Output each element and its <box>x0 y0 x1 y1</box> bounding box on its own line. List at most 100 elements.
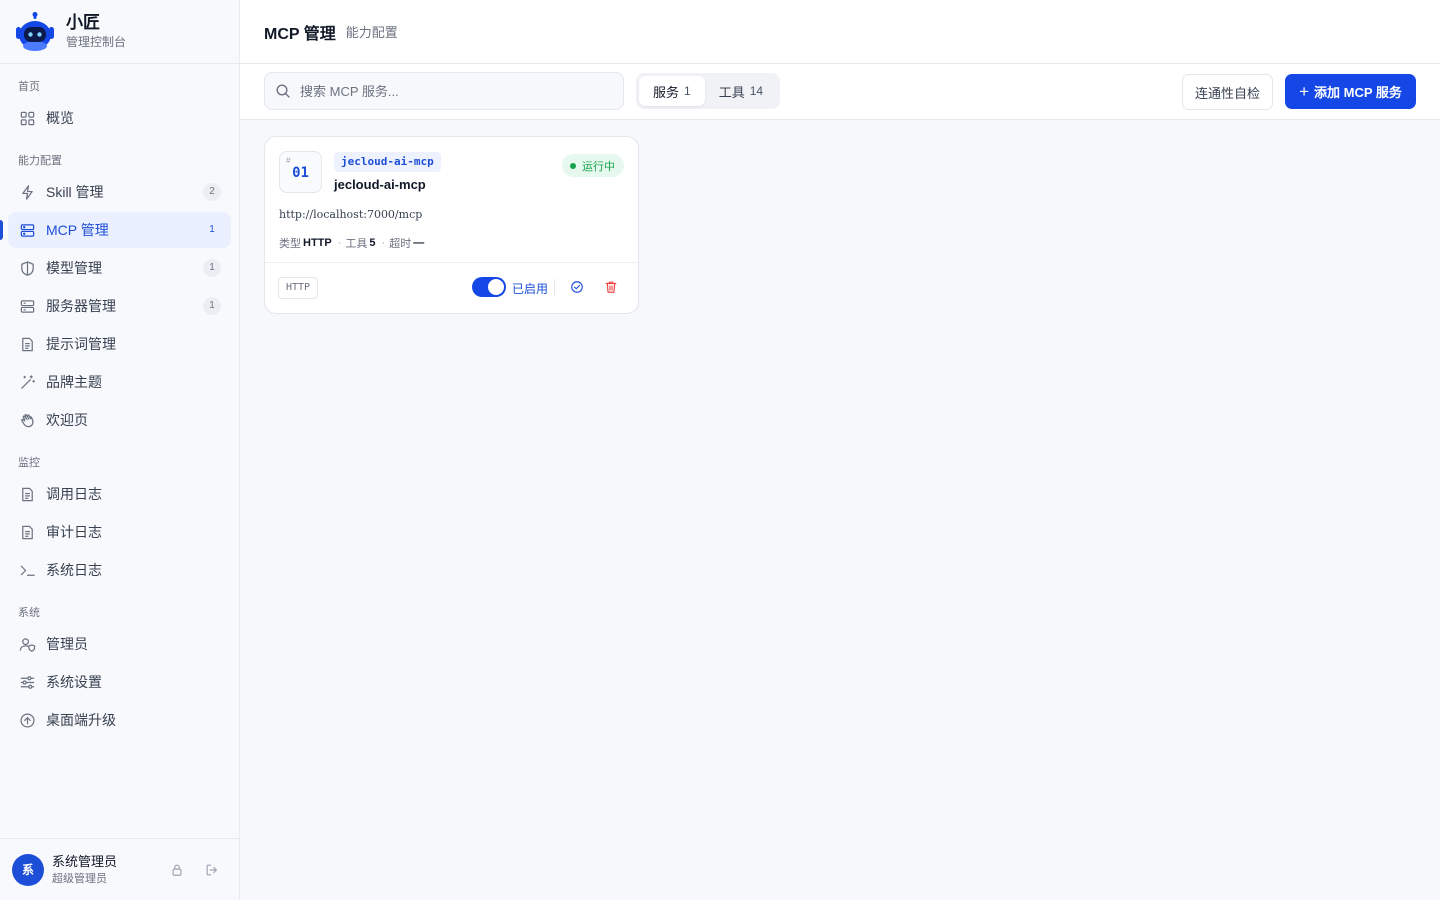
service-name: jecloud-ai-mcp <box>334 177 426 192</box>
sidebar-item-label: 调用日志 <box>46 486 102 502</box>
tab-services[interactable]: 服务 1 <box>639 76 705 106</box>
status-badge: 运行中 <box>562 154 624 177</box>
sidebar-item-models[interactable]: 模型管理 1 <box>8 250 231 286</box>
count-badge: 1 <box>203 297 221 315</box>
tab-tools[interactable]: 工具 14 <box>705 76 777 106</box>
type-chip: HTTP <box>278 277 319 299</box>
grid-icon <box>18 109 36 127</box>
add-mcp-service-button[interactable]: + 添加 MCP 服务 <box>1285 74 1416 109</box>
document-icon <box>18 335 36 353</box>
meta-timeout-value: — <box>413 237 425 249</box>
sidebar-nav: 首页 概览 能力配置 Skill 管理 2 MCP 管理 1 模型管理 1 服务… <box>0 64 239 738</box>
add-button-label: 添加 MCP 服务 <box>1314 85 1402 100</box>
toggle-knob <box>488 279 504 295</box>
sidebar-item-label: MCP 管理 <box>46 222 109 238</box>
sidebar-item-admins[interactable]: 管理员 <box>8 626 231 662</box>
user-role: 超级管理员 <box>52 872 107 885</box>
page-subtitle: 能力配置 <box>345 25 398 40</box>
sidebar-item-label: Skill 管理 <box>46 184 104 200</box>
count-badge: 1 <box>209 224 215 235</box>
service-code-tag: jecloud-ai-mcp <box>334 152 441 172</box>
meta-tools-value: 5 <box>369 237 376 249</box>
sidebar-item-label: 服务器管理 <box>46 298 116 314</box>
index-hash: # <box>286 156 291 165</box>
logout-icon[interactable] <box>204 862 220 878</box>
sidebar-item-label: 系统设置 <box>46 674 102 690</box>
search-box[interactable] <box>264 72 624 110</box>
nav-section-capability: 能力配置 <box>18 155 62 167</box>
lightning-icon <box>18 183 36 201</box>
search-input[interactable] <box>300 83 600 99</box>
nav-section-home: 首页 <box>18 81 40 93</box>
sidebar-item-desktop-upgrade[interactable]: 桌面端升级 <box>8 702 231 738</box>
user-shield-icon <box>18 635 36 653</box>
tab-label: 服务 <box>653 84 680 100</box>
tab-count: 14 <box>749 84 764 98</box>
wave-hand-icon <box>18 411 36 429</box>
meta-separator: · <box>337 237 342 249</box>
status-label: 运行中 <box>582 160 615 173</box>
meta-type-label: 类型 <box>279 238 301 250</box>
sidebar-item-system-logs[interactable]: 系统日志 <box>8 552 231 588</box>
sidebar-item-call-logs[interactable]: 调用日志 <box>8 476 231 512</box>
sidebar-item-label: 管理员 <box>46 636 88 652</box>
shield-icon <box>18 259 36 277</box>
connectivity-check-button[interactable]: 连通性自检 <box>1182 74 1273 110</box>
page-header: MCP 管理 能力配置 <box>240 0 1440 64</box>
robot-logo-icon <box>16 11 54 51</box>
sidebar-item-label: 提示词管理 <box>46 336 116 352</box>
meta-tools-label: 工具 <box>345 238 368 250</box>
tab-label: 工具 <box>718 84 745 100</box>
sidebar-item-settings[interactable]: 系统设置 <box>8 664 231 700</box>
nav-section-monitor: 监控 <box>18 457 40 469</box>
sidebar-item-servers[interactable]: 服务器管理 1 <box>8 288 231 324</box>
sidebar-item-label: 品牌主题 <box>46 374 102 390</box>
sidebar-item-label: 模型管理 <box>46 260 102 276</box>
sidebar-item-label: 系统日志 <box>46 562 102 578</box>
tab-count: 1 <box>684 84 691 98</box>
document-icon <box>18 523 36 541</box>
view-switch: 服务 1 工具 14 <box>636 73 781 109</box>
sidebar-item-label: 审计日志 <box>46 524 102 540</box>
terminal-icon <box>18 561 36 579</box>
trash-icon[interactable] <box>603 279 619 295</box>
server-icon <box>18 297 36 315</box>
sidebar-item-label: 桌面端升级 <box>46 712 116 728</box>
sidebar-item-label: 概览 <box>46 110 74 126</box>
avatar[interactable]: 系 <box>12 853 44 886</box>
sidebar-item-brand-theme[interactable]: 品牌主题 <box>8 364 231 400</box>
enable-toggle[interactable] <box>472 277 506 297</box>
page-title: MCP 管理 <box>264 25 336 43</box>
brand-title: 小匠 <box>66 13 100 32</box>
sidebar-item-welcome[interactable]: 欢迎页 <box>8 402 231 438</box>
magic-wand-icon <box>18 373 36 391</box>
sliders-icon <box>18 673 36 691</box>
meta-type-value: HTTP <box>303 237 332 249</box>
nav-section-system: 系统 <box>18 607 40 619</box>
lock-icon[interactable] <box>169 862 185 878</box>
sidebar: 小匠 管理控制台 首页 概览 能力配置 Skill 管理 2 MCP 管理 1 … <box>0 0 240 900</box>
meta-timeout-label: 超时 <box>389 238 412 250</box>
sidebar-item-skill[interactable]: Skill 管理 2 <box>8 174 231 210</box>
count-badge: 1 <box>203 259 221 277</box>
sidebar-item-prompts[interactable]: 提示词管理 <box>8 326 231 362</box>
toolbar: 服务 1 工具 14 连通性自检 + 添加 MCP 服务 <box>240 64 1440 120</box>
status-dot-icon <box>570 162 576 169</box>
sidebar-item-audit-logs[interactable]: 审计日志 <box>8 514 231 550</box>
service-url: http://localhost:7000/mcp <box>279 208 423 221</box>
sidebar-item-overview[interactable]: 概览 <box>8 100 231 136</box>
mcp-service-card[interactable]: # 01 jecloud-ai-mcp jecloud-ai-mcp 运行中 h… <box>264 136 639 314</box>
service-meta: 类型 HTTP · 工具 5 · 超时 — <box>279 235 426 251</box>
service-index: # 01 <box>279 151 322 193</box>
check-circle-icon[interactable] <box>569 279 585 295</box>
sidebar-item-label: 欢迎页 <box>46 412 88 428</box>
index-number: 01 <box>292 165 309 181</box>
sidebar-item-mcp[interactable]: MCP 管理 1 <box>0 212 231 248</box>
meta-separator: · <box>381 237 386 249</box>
document-icon <box>18 485 36 503</box>
count-badge: 2 <box>203 183 221 201</box>
brand: 小匠 管理控制台 <box>0 0 239 64</box>
server-stack-icon <box>18 221 36 239</box>
divider <box>554 279 555 295</box>
enabled-label: 已启用 <box>512 282 549 296</box>
